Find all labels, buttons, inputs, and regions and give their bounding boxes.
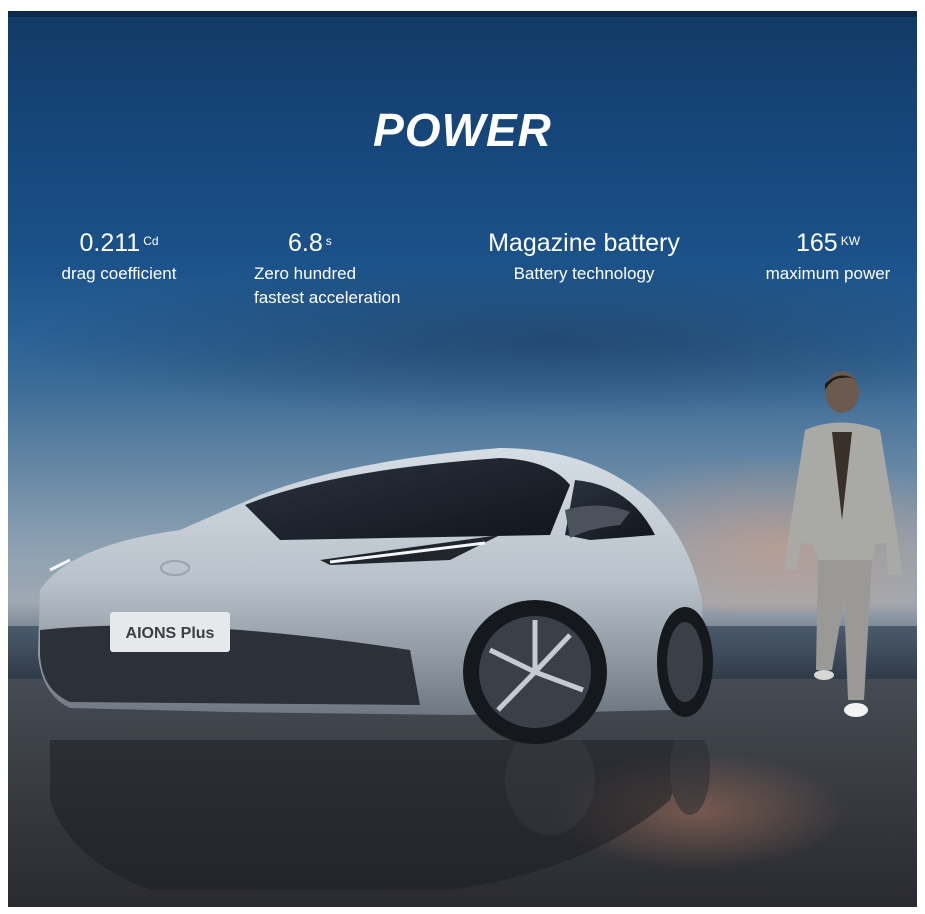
license-plate-text: AIONS Plus [126, 625, 215, 642]
stat-unit: KW [840, 234, 861, 248]
top-border [8, 11, 917, 17]
stat-drag-coefficient: 0.211 Cd drag coefficient [44, 228, 194, 286]
stat-value: Magazine battery [488, 229, 680, 257]
stat-description: maximum power [765, 264, 891, 283]
stat-value: 0.211 [79, 229, 141, 257]
stat-description: drag coefficient [61, 264, 177, 283]
car-image: AIONS Plus [38, 448, 713, 744]
man-walking [784, 371, 902, 717]
stat-value: 6.8 [288, 229, 323, 257]
car-reflection [50, 740, 710, 890]
stat-battery: Magazine battery Battery technology [462, 228, 706, 286]
stat-description: Battery technology [513, 264, 655, 283]
stat-unit: Cd [143, 234, 159, 248]
stat-description-line-2: fastest acceleration [254, 288, 401, 307]
stat-value: 165 [795, 229, 838, 257]
stat-acceleration: 6.8 s Zero hundred fastest acceleration [254, 228, 444, 310]
page-title: POWER [373, 104, 552, 156]
stat-max-power: 165 KW maximum power [748, 228, 908, 286]
stat-unit: s [325, 234, 332, 248]
stat-description-line-1: Zero hundred [254, 264, 357, 283]
